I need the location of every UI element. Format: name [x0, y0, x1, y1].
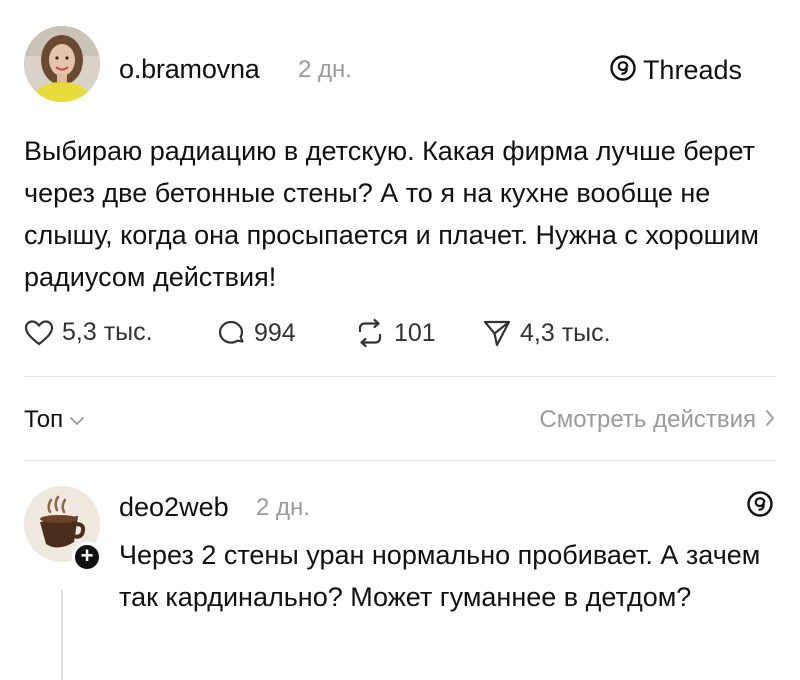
post-actions: 5,3 тыс. 994 101 4,3 тыс.	[24, 318, 776, 358]
repost-button[interactable]: 101	[354, 318, 436, 348]
repost-icon	[354, 318, 386, 348]
send-icon	[482, 318, 512, 348]
threads-logo-icon	[609, 54, 637, 87]
comment-button[interactable]: 994	[216, 318, 296, 348]
replies-sort-row: Топ Смотреть действия	[24, 404, 776, 440]
like-count: 5,3 тыс.	[62, 318, 153, 346]
divider	[24, 460, 776, 461]
post-header: o.bramovna 2 дн. Threads	[24, 26, 776, 108]
comment-count: 994	[254, 318, 296, 347]
post-text: Выбираю радиацию в детскую. Какая фирма …	[24, 136, 759, 292]
share-button[interactable]: 4,3 тыс.	[482, 318, 611, 348]
author-username[interactable]: o.bramovna	[119, 54, 260, 85]
chevron-down-icon	[69, 406, 85, 434]
follow-badge[interactable]: +	[72, 542, 102, 572]
sort-dropdown[interactable]: Топ	[24, 406, 85, 434]
threads-brand-label: Threads	[642, 55, 742, 85]
repost-count: 101	[394, 318, 436, 347]
share-count: 4,3 тыс.	[520, 318, 611, 347]
reply-username[interactable]: deo2web	[119, 492, 229, 523]
divider	[24, 376, 776, 377]
post-time: 2 дн.	[298, 56, 352, 83]
chevron-right-icon	[764, 406, 776, 434]
reply-text: Через 2 стены уран нормально пробивает. …	[119, 540, 761, 612]
heart-icon	[24, 319, 54, 347]
reply-item: + deo2web 2 дн. Через 2 стены уран норма…	[24, 486, 776, 680]
thread-line	[61, 590, 63, 680]
threads-logo-icon	[746, 490, 774, 523]
comment-bubble-icon	[216, 318, 246, 348]
view-activity-link[interactable]: Смотреть действия	[539, 406, 776, 434]
author-avatar[interactable]	[24, 26, 100, 102]
threads-brand[interactable]: Threads	[609, 54, 742, 87]
sort-label: Топ	[24, 406, 64, 433]
like-button[interactable]: 5,3 тыс.	[24, 318, 153, 347]
reply-time: 2 дн.	[256, 494, 310, 521]
view-activity-label: Смотреть действия	[539, 406, 756, 433]
